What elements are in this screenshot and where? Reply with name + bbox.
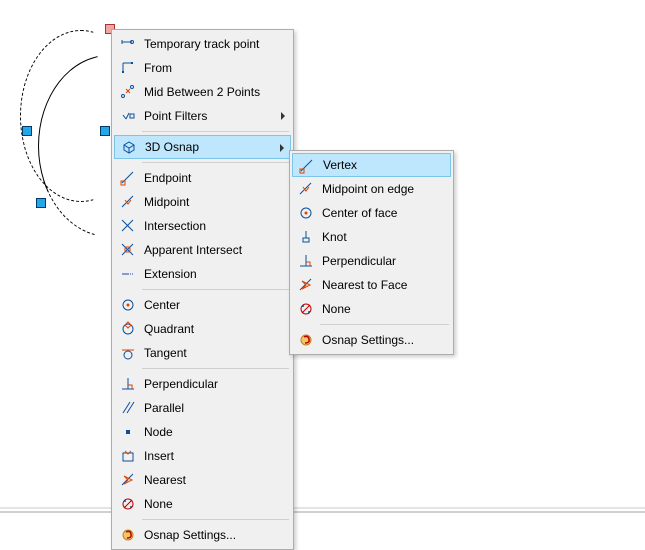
menu-item-label: Knot [322, 230, 347, 244]
menu-separator [142, 131, 289, 132]
midpoint-edge-icon [298, 181, 314, 197]
menu-item-temporary-track-point[interactable]: Temporary track point [114, 32, 291, 56]
temp-track-icon [120, 36, 136, 52]
menu-item-knot[interactable]: Knot [292, 225, 451, 249]
menu-item-label: Center of face [322, 206, 397, 220]
insert-icon [120, 448, 136, 464]
menu-item-insert[interactable]: Insert [114, 444, 291, 468]
grip-lower[interactable] [36, 198, 46, 208]
menu-item-label: Tangent [144, 346, 187, 360]
menu-item-center-of-face[interactable]: Center of face [292, 201, 451, 225]
osnap-settings-icon [298, 332, 314, 348]
knot-icon [298, 229, 314, 245]
menu-item-label: Parallel [144, 401, 184, 415]
menu-item-label: From [144, 61, 172, 75]
center-icon [120, 297, 136, 313]
parallel-icon [120, 400, 136, 416]
menu-item-label: Nearest to Face [322, 278, 407, 292]
menu-separator [142, 368, 289, 369]
menu-item-label: Quadrant [144, 322, 194, 336]
menu-item-parallel[interactable]: Parallel [114, 396, 291, 420]
intersection-icon [120, 218, 136, 234]
menu-item-label: Point Filters [144, 109, 207, 123]
menu-item-intersection[interactable]: Intersection [114, 214, 291, 238]
apparent-intersect-icon [120, 242, 136, 258]
center-face-icon [298, 205, 314, 221]
menu-item-label: Extension [144, 267, 197, 281]
menu-item-point-filters[interactable]: Point Filters [114, 104, 291, 128]
menu-item-apparent-intersect[interactable]: Apparent Intersect [114, 238, 291, 262]
menu-item-osnap-settings[interactable]: Osnap Settings... [114, 523, 291, 547]
menu-item-midpoint[interactable]: Midpoint [114, 190, 291, 214]
menu-separator [142, 162, 289, 163]
menu-item-tangent[interactable]: Tangent [114, 341, 291, 365]
menu-item-none[interactable]: None [292, 297, 451, 321]
menu-item-nearest-to-face[interactable]: Nearest to Face [292, 273, 451, 297]
ground-line [0, 507, 645, 509]
menu-item-from[interactable]: From [114, 56, 291, 80]
menu-item-label: Osnap Settings... [144, 528, 236, 542]
tangent-icon [120, 345, 136, 361]
submenu-arrow-icon [281, 112, 285, 120]
menu-item-label: Nearest [144, 473, 186, 487]
menu-item-label: Endpoint [144, 171, 191, 185]
menu-item-label: 3D Osnap [145, 140, 199, 154]
midpoint-icon [120, 194, 136, 210]
none-icon [298, 301, 314, 317]
ground-line-2 [0, 511, 645, 513]
menu-item-nearest[interactable]: Nearest [114, 468, 291, 492]
menu-item-mid-between-2-points[interactable]: Mid Between 2 Points [114, 80, 291, 104]
menu-item-label: Center [144, 298, 180, 312]
endpoint-icon [120, 170, 136, 186]
nearest-icon [120, 472, 136, 488]
menu-item-label: Midpoint [144, 195, 189, 209]
menu-item-center[interactable]: Center [114, 293, 291, 317]
menu-item-label: Temporary track point [144, 37, 259, 51]
node-icon [120, 424, 136, 440]
none-icon [120, 496, 136, 512]
menu-item-quadrant[interactable]: Quadrant [114, 317, 291, 341]
submenu-arrow-icon [280, 144, 284, 152]
menu-item-extension[interactable]: Extension [114, 262, 291, 286]
grip-center[interactable] [100, 126, 110, 136]
menu-item-label: Node [144, 425, 173, 439]
3d-osnap-icon [121, 140, 137, 156]
menu-item-midpoint-on-edge[interactable]: Midpoint on edge [292, 177, 451, 201]
menu-item-label: Mid Between 2 Points [144, 85, 260, 99]
menu-item-osnap-settings[interactable]: Osnap Settings... [292, 328, 451, 352]
menu-item-label: Perpendicular [322, 254, 396, 268]
mid-between-icon [120, 84, 136, 100]
menu-item-label: None [144, 497, 173, 511]
menu-separator [142, 519, 289, 520]
menu-separator [320, 324, 449, 325]
menu-item-label: Midpoint on edge [322, 182, 414, 196]
menu-item-none[interactable]: None [114, 492, 291, 516]
menu-item-vertex[interactable]: Vertex [292, 153, 451, 177]
menu-item-label: Intersection [144, 219, 206, 233]
quadrant-icon [120, 321, 136, 337]
perpendicular-icon [120, 376, 136, 392]
menu-item-3d-osnap[interactable]: 3D Osnap [114, 135, 291, 159]
menu-separator [142, 289, 289, 290]
vertex-icon [299, 158, 315, 174]
menu-item-node[interactable]: Node [114, 420, 291, 444]
grip-mid-outer[interactable] [22, 126, 32, 136]
nearest-face-icon [298, 277, 314, 293]
menu-item-perpendicular[interactable]: Perpendicular [114, 372, 291, 396]
menu-item-endpoint[interactable]: Endpoint [114, 166, 291, 190]
osnap-settings-icon [120, 527, 136, 543]
perpendicular-icon [298, 253, 314, 269]
from-icon [120, 60, 136, 76]
menu-item-label: Osnap Settings... [322, 333, 414, 347]
menu-item-label: Apparent Intersect [144, 243, 242, 257]
menu-item-perpendicular[interactable]: Perpendicular [292, 249, 451, 273]
extension-icon [120, 266, 136, 282]
menu-item-label: Vertex [323, 158, 357, 172]
point-filters-icon [120, 108, 136, 124]
menu-item-label: None [322, 302, 351, 316]
3d-osnap-submenu: Vertex Midpoint on edge Center of face Knot… [289, 150, 454, 355]
menu-item-label: Perpendicular [144, 377, 218, 391]
osnap-context-menu: Temporary track point From Mid Between 2 P… [111, 29, 294, 550]
menu-item-label: Insert [144, 449, 174, 463]
